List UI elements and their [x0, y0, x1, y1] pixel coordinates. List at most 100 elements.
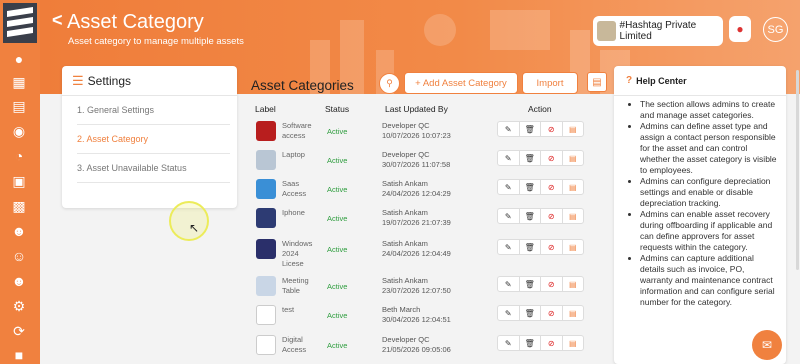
help-item: Admins can configure depreciation settin…	[640, 176, 778, 209]
id-card-icon[interactable]: ▣	[8, 172, 30, 190]
row-label: Software access	[282, 121, 312, 140]
help-header: ? Help Center	[614, 66, 786, 96]
updated-date: 21/05/2026 09:05:06	[382, 345, 451, 354]
import-button[interactable]: Import	[522, 72, 578, 94]
disable-icon[interactable]: ⊘	[541, 151, 563, 165]
settings-item-unavailable-status[interactable]: 3. Asset Unavailable Status	[77, 154, 230, 183]
table-row[interactable]: Laptop Active Developer QC 30/07/2026 11:07…	[250, 148, 605, 177]
menu-icon: ☰	[72, 72, 84, 88]
edit-icon[interactable]: ✎	[498, 240, 520, 254]
gear-cycle-icon[interactable]: ⚙	[8, 297, 30, 315]
logo-icon[interactable]	[3, 3, 37, 43]
updated-date: 19/07/2026 21:07:39	[382, 218, 451, 227]
edit-icon[interactable]: ✎	[498, 180, 520, 194]
disable-icon[interactable]: ⊘	[541, 209, 563, 223]
add-asset-category-button[interactable]: + Add Asset Category	[404, 72, 518, 94]
details-icon[interactable]: ▤	[563, 240, 584, 254]
row-label: Iphone	[282, 208, 305, 217]
delete-icon[interactable]: 🗑	[520, 122, 541, 136]
row-actions: ✎ 🗑 ⊘ ▤	[497, 121, 584, 137]
delete-icon[interactable]: 🗑	[520, 277, 541, 291]
edit-icon[interactable]: ✎	[498, 277, 520, 291]
cycle-icon[interactable]: ⟳	[8, 322, 30, 340]
edit-icon[interactable]: ✎	[498, 336, 520, 350]
delete-icon[interactable]: 🗑	[520, 240, 541, 254]
details-icon[interactable]: ▤	[563, 151, 584, 165]
updated-date: 30/04/2026 12:04:51	[382, 315, 451, 324]
team-icon[interactable]: ☺	[8, 247, 30, 265]
status-badge: Active	[327, 214, 348, 223]
updated-by: Satish Ankam 23/07/2026 12:07:50	[382, 276, 451, 296]
edit-icon[interactable]: ✎	[498, 122, 520, 136]
updated-by-name: Satish Ankam	[382, 179, 428, 188]
speed-icon[interactable]: ◔	[8, 147, 30, 165]
edit-icon[interactable]: ✎	[498, 209, 520, 223]
delete-icon[interactable]: 🗑	[520, 306, 541, 320]
people-icon[interactable]: ☻	[8, 272, 30, 290]
help-item: Admins can capture additional details su…	[640, 253, 778, 308]
table-row[interactable]: Saas Access Active Satish Ankam 24/04/2026 …	[250, 177, 605, 206]
disable-icon[interactable]: ⊘	[541, 240, 563, 254]
updated-by: Developer QC 10/07/2026 10:07:23	[382, 121, 451, 141]
delete-icon[interactable]: 🗑	[520, 336, 541, 350]
details-icon[interactable]: ▤	[563, 277, 584, 291]
delete-icon[interactable]: 🗑	[520, 180, 541, 194]
delete-icon[interactable]: 🗑	[520, 209, 541, 223]
disable-icon[interactable]: ⊘	[541, 306, 563, 320]
row-actions: ✎ 🗑 ⊘ ▤	[497, 208, 584, 224]
employee-card-icon[interactable]: ▩	[8, 197, 30, 215]
updated-by: Beth March 30/04/2026 12:04:51	[382, 305, 451, 325]
hand-money-icon[interactable]: ◉	[8, 122, 30, 140]
category-thumbnail	[256, 179, 276, 199]
status-badge: Active	[327, 185, 348, 194]
details-icon[interactable]: ▤	[563, 122, 584, 136]
page-title: Asset Category	[67, 11, 204, 33]
edit-icon[interactable]: ✎	[498, 151, 520, 165]
updated-by-name: Satish Ankam	[382, 208, 428, 217]
edit-icon[interactable]: ✎	[498, 306, 520, 320]
back-button[interactable]: <	[52, 10, 63, 31]
network-icon[interactable]: ●	[8, 50, 30, 68]
bell-icon[interactable]: ●	[729, 16, 751, 42]
updated-date: 24/04/2026 12:04:49	[382, 249, 451, 258]
disable-icon[interactable]: ⊘	[541, 336, 563, 350]
details-icon[interactable]: ▤	[563, 180, 584, 194]
settings-item-asset-category[interactable]: 2. Asset Category	[77, 125, 230, 154]
help-center: ? Help Center The section allows admins …	[614, 66, 786, 364]
user-settings-icon[interactable]: ☻	[8, 222, 30, 240]
settings-item-general[interactable]: 1. General Settings	[77, 96, 230, 125]
avatar[interactable]: SG	[763, 17, 788, 42]
table-row[interactable]: test Active Beth March 30/04/2026 12:04:51 ✎…	[250, 303, 605, 332]
status-badge: Active	[327, 245, 348, 254]
building-icon[interactable]: ■	[8, 346, 30, 364]
disable-icon[interactable]: ⊘	[541, 180, 563, 194]
company-selector[interactable]: #Hashtag Private Limited	[593, 16, 723, 46]
details-icon[interactable]: ▤	[563, 336, 584, 350]
row-label: Windows 2024 Licese	[282, 239, 313, 268]
table-row[interactable]: Meeting Table Active Satish Ankam 23/07/202…	[250, 274, 605, 303]
disable-icon[interactable]: ⊘	[541, 122, 563, 136]
delete-icon[interactable]: 🗑	[520, 151, 541, 165]
disable-icon[interactable]: ⊘	[541, 277, 563, 291]
updated-by: Satish Ankam 24/04/2026 12:04:29	[382, 179, 451, 199]
row-label: Laptop	[282, 150, 305, 159]
updated-by-name: Developer QC	[382, 335, 430, 344]
row-actions: ✎ 🗑 ⊘ ▤	[497, 305, 584, 321]
document-icon[interactable]: ▤	[8, 97, 30, 115]
search-icon[interactable]: ⚲	[379, 73, 400, 94]
updated-date: 23/07/2026 12:07:50	[382, 286, 451, 295]
table-row[interactable]: Iphone Active Satish Ankam 19/07/2026 21:07…	[250, 206, 605, 235]
table-row[interactable]: Software access Active Developer QC 10/07/2…	[250, 119, 605, 148]
table-view-icon[interactable]: ▤	[587, 72, 607, 92]
table-row[interactable]: Windows 2024 Licese Active Satish Ankam 24/…	[250, 237, 605, 268]
table-row[interactable]: Digital Access Active Developer QC 21/05/20…	[250, 333, 605, 362]
scrollbar[interactable]	[796, 70, 799, 270]
chat-icon[interactable]: ✉	[752, 330, 782, 360]
mouse-pointer-icon: ↖	[189, 221, 200, 235]
updated-by: Developer QC 21/05/2026 09:05:06	[382, 335, 451, 355]
details-icon[interactable]: ▤	[563, 209, 584, 223]
dashboard-icon[interactable]: ▦	[8, 73, 30, 91]
updated-by-name: Beth March	[382, 305, 421, 314]
details-icon[interactable]: ▤	[563, 306, 584, 320]
row-actions: ✎ 🗑 ⊘ ▤	[497, 335, 584, 351]
